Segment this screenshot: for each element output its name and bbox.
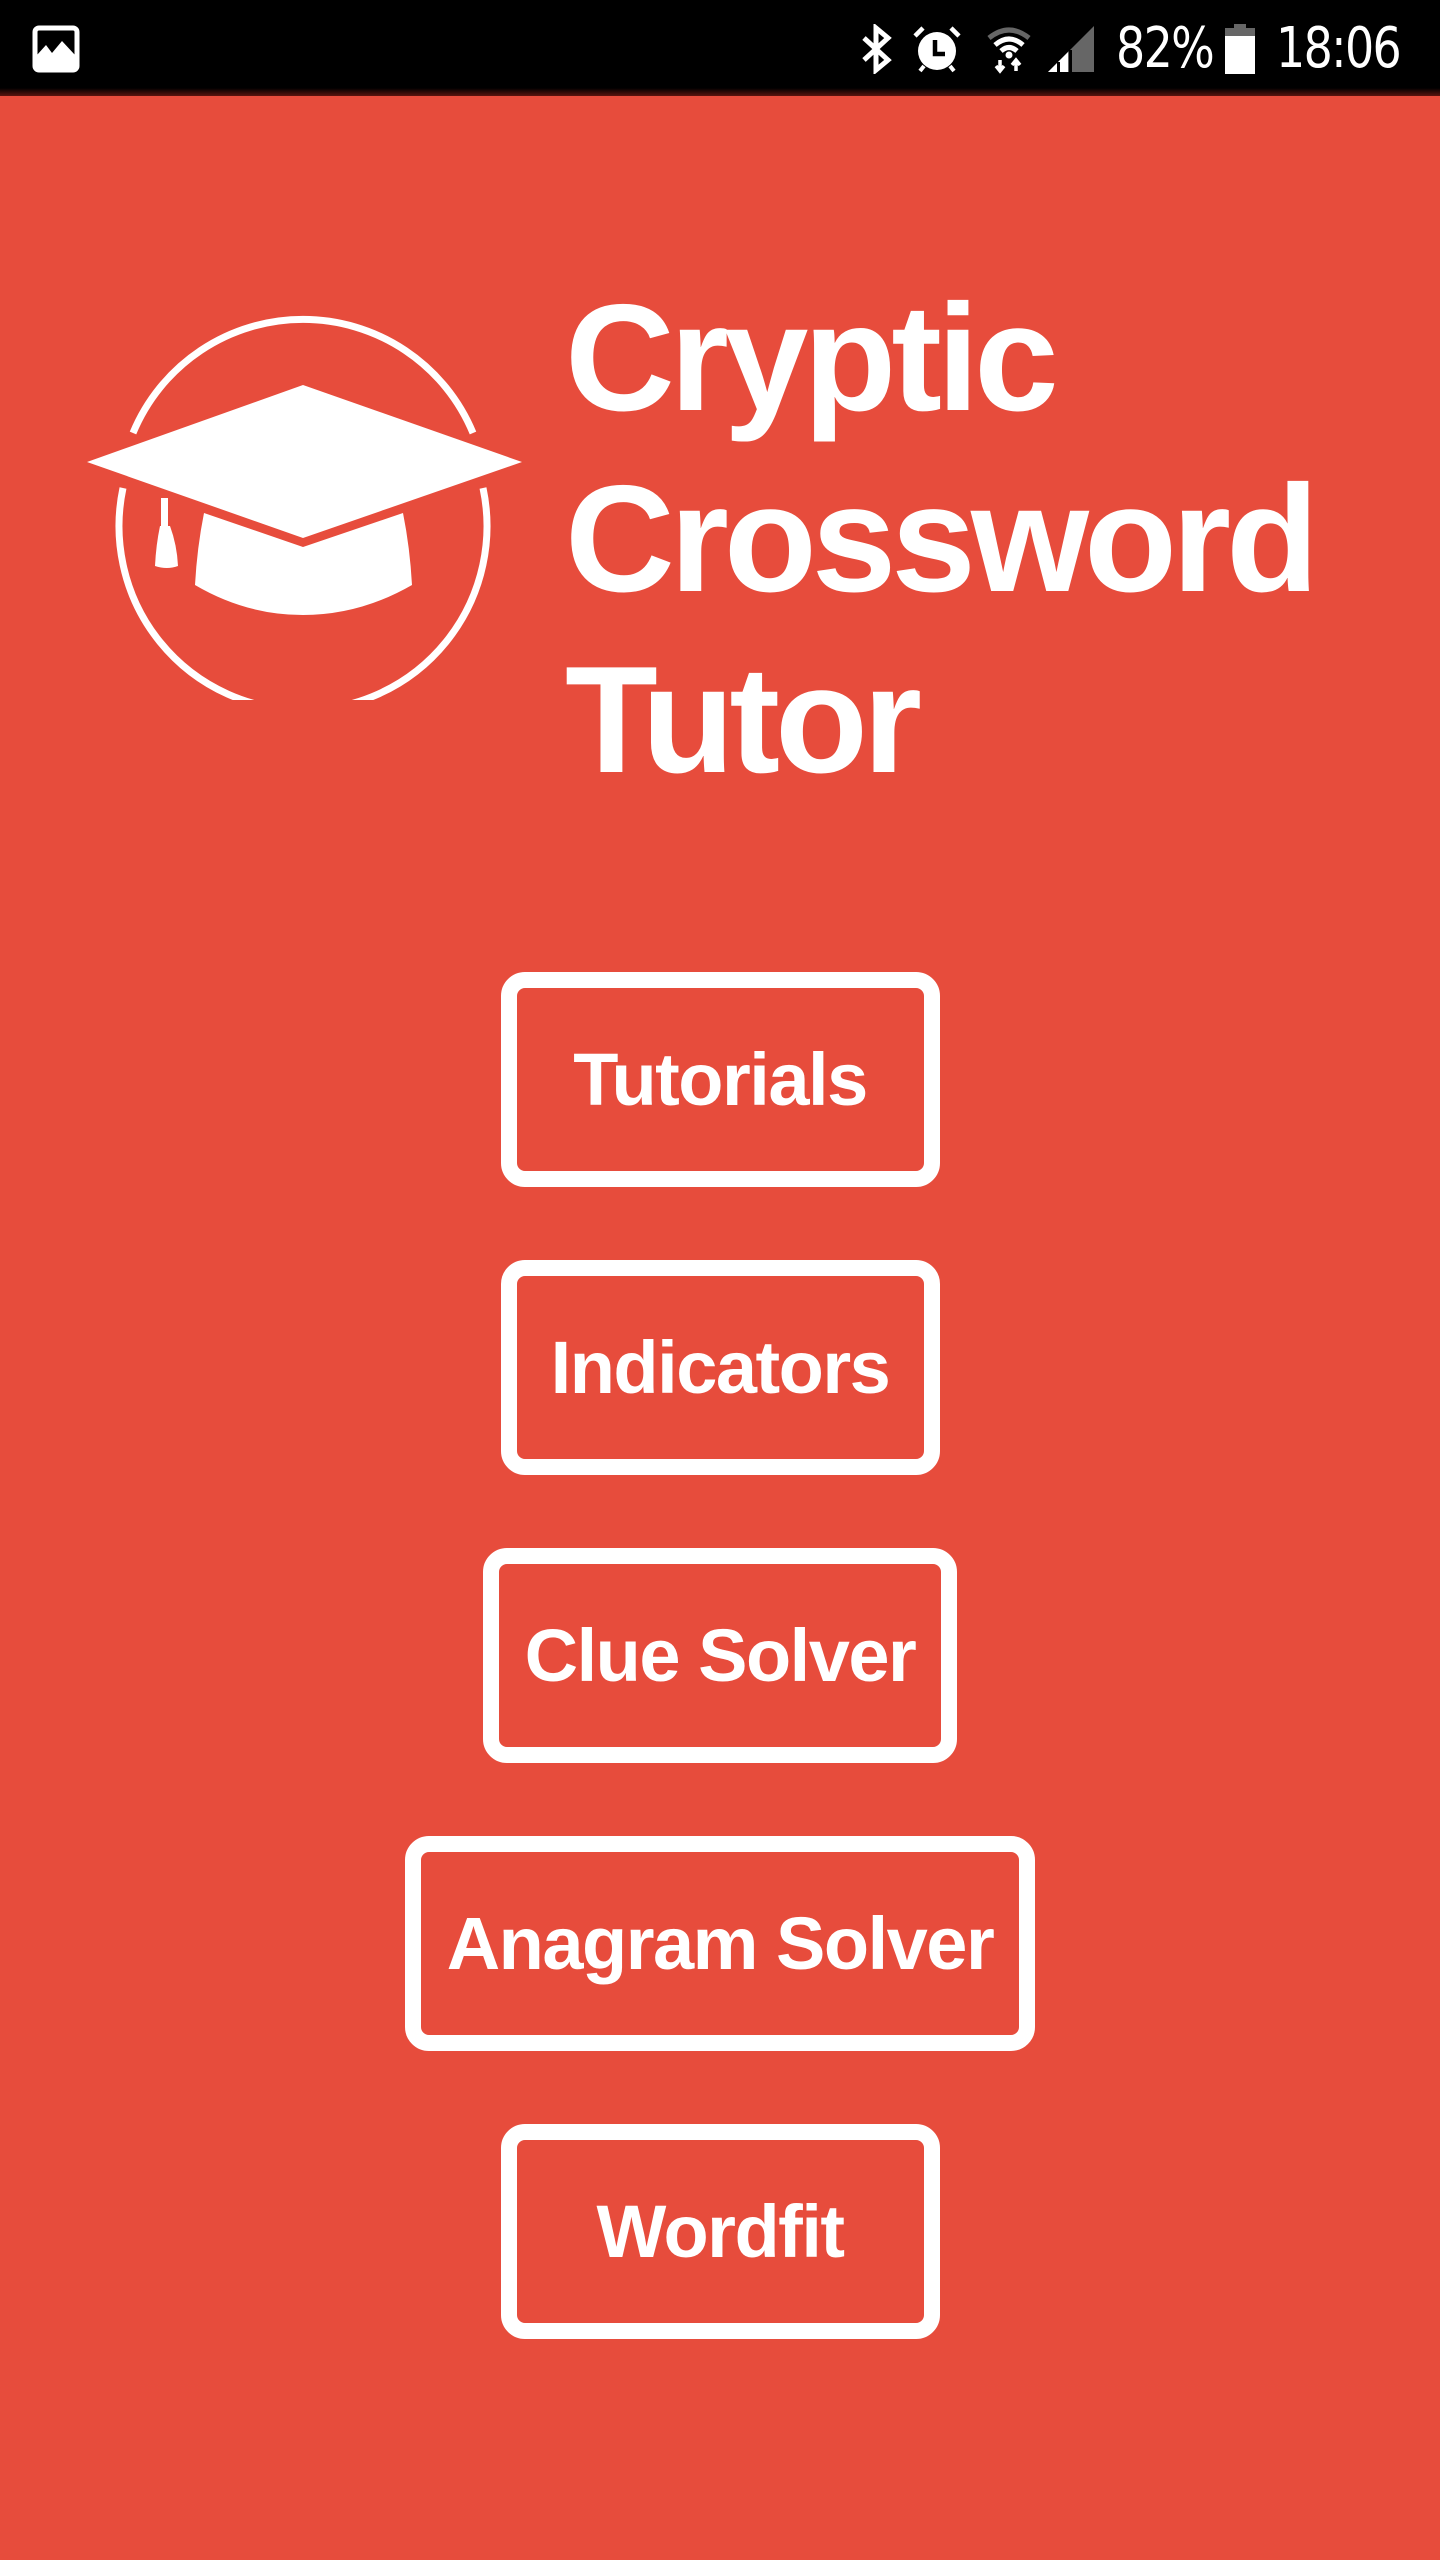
battery-icon [1224, 24, 1256, 74]
tutorials-button[interactable]: Tutorials [500, 972, 940, 1187]
image-notification-icon [32, 24, 80, 74]
app-title-line-2: Crossword [565, 454, 1319, 624]
indicators-button[interactable]: Indicators [500, 1260, 940, 1475]
main-menu: Tutorials Indicators Clue Solver Anagram… [0, 972, 1440, 2412]
app-logo [80, 310, 530, 700]
bluetooth-icon [860, 24, 894, 74]
graduation-cap-icon [87, 315, 522, 700]
app-title-line-3: Tutor [565, 635, 922, 805]
alarm-icon [912, 24, 962, 74]
cellular-signal-icon [1046, 24, 1096, 74]
wifi-icon [986, 24, 1032, 74]
anagram-solver-button[interactable]: Anagram Solver [404, 1836, 1036, 2051]
app-title: Cryptic Crossword Tutor [565, 268, 1319, 811]
status-bar: 82% 18:06 [0, 0, 1440, 96]
wordfit-button[interactable]: Wordfit [500, 2124, 940, 2339]
clue-solver-button[interactable]: Clue Solver [482, 1548, 958, 1763]
app-title-line-1: Cryptic [565, 273, 1059, 443]
battery-percent: 82% [1116, 16, 1215, 81]
clock-time: 18:06 [1276, 16, 1402, 81]
